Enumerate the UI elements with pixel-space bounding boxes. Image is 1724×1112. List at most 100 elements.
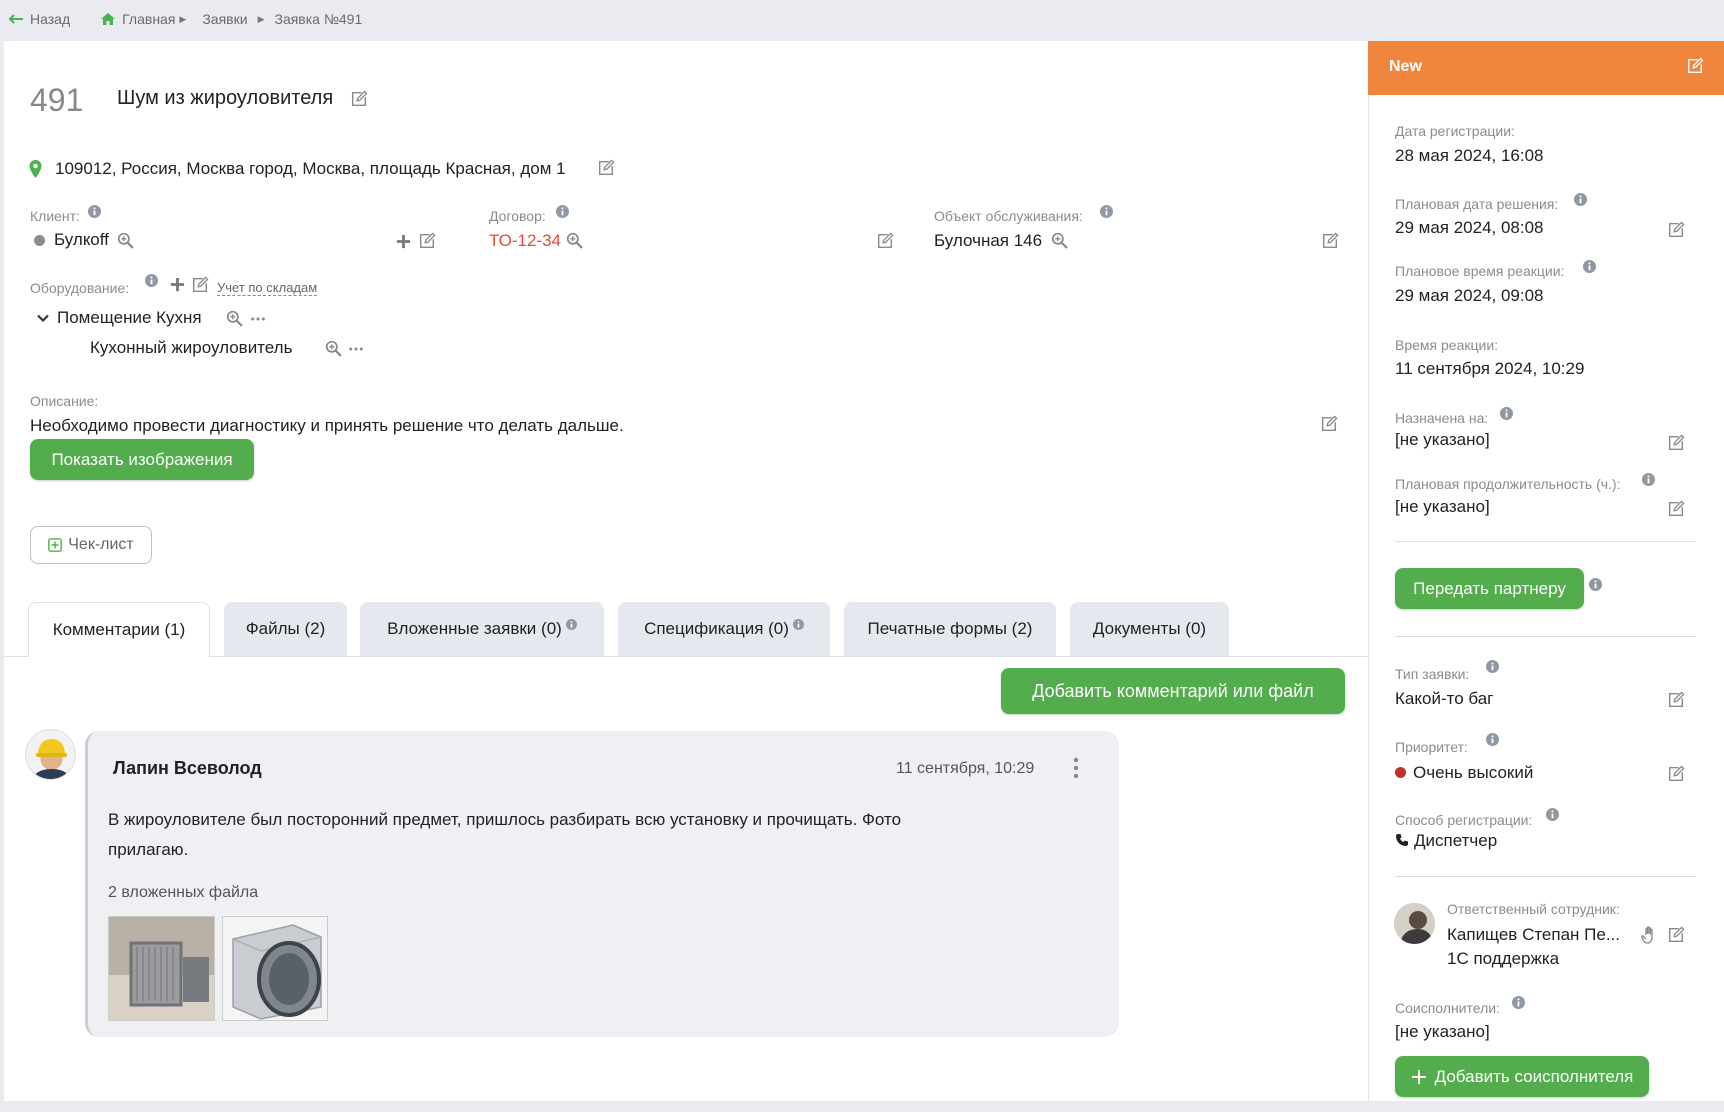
duration: [не указано] xyxy=(1395,497,1490,516)
attachment-thumbnail[interactable] xyxy=(222,916,328,1021)
title-edit-icon[interactable] xyxy=(350,90,368,108)
map-pin-icon xyxy=(29,160,42,178)
equipment-info-icon xyxy=(145,274,158,287)
object-edit-icon[interactable] xyxy=(1321,232,1339,250)
client-add-icon[interactable] xyxy=(396,234,411,249)
warehouse-link[interactable]: Учет по складам xyxy=(217,280,318,296)
tab-comments[interactable]: Комментарии (1) xyxy=(28,602,210,657)
plus-icon xyxy=(1411,1069,1427,1085)
equipment-group[interactable]: Помещение Кухня xyxy=(57,308,202,328)
coexecutors: [не указано] xyxy=(1395,1022,1490,1041)
client-info-icon xyxy=(88,205,101,218)
duration-info-icon xyxy=(1642,473,1655,486)
checklist-add-icon xyxy=(48,538,63,552)
reaction-label: Время реакции: xyxy=(1395,337,1499,353)
tab-documents[interactable]: Документы (0) xyxy=(1070,602,1229,656)
tab-nested-requests-label: Вложенные заявки (0) xyxy=(387,619,562,638)
breadcrumb-separator-icon: ▶ xyxy=(257,13,265,24)
client-zoom-icon[interactable] xyxy=(117,232,134,249)
assigned-label: Назначена на: xyxy=(1395,410,1489,426)
sidebar-divider xyxy=(1395,636,1696,637)
ticket-title: Шум из жироуловителя xyxy=(117,87,334,109)
object-zoom-icon[interactable] xyxy=(1051,232,1068,249)
transfer-partner-button[interactable]: Передать партнеру xyxy=(1395,568,1584,609)
hand-icon[interactable] xyxy=(1641,926,1658,944)
equipment-add-icon[interactable] xyxy=(170,277,185,292)
attachment-thumbnail[interactable] xyxy=(108,916,215,1021)
priority-edit-icon[interactable] xyxy=(1667,765,1685,783)
client-label: Клиент: xyxy=(30,208,80,224)
tab-nested-info-icon xyxy=(566,619,577,630)
priority: Очень высокий xyxy=(1413,763,1534,782)
reg-method: Диспетчер xyxy=(1414,831,1498,850)
checklist-label: Чек-лист xyxy=(68,536,134,553)
contract-zoom-icon[interactable] xyxy=(566,232,583,249)
responsible-name[interactable]: Капищев Степан Пе... xyxy=(1447,925,1620,945)
tab-files[interactable]: Файлы (2) xyxy=(224,602,347,656)
breadcrumb-separator-icon: ▶ xyxy=(179,13,187,24)
comment-menu-icon[interactable] xyxy=(1073,757,1079,779)
comment-text-line-2: прилагаю. xyxy=(108,840,189,859)
avatar xyxy=(25,729,76,780)
reg-method-info-icon xyxy=(1546,808,1559,821)
contract-label: Договор: xyxy=(489,208,546,224)
home-icon[interactable] xyxy=(100,12,116,26)
status-edit-icon[interactable] xyxy=(1686,57,1704,75)
reg-method-label: Способ регистрации: xyxy=(1395,812,1533,828)
responsible-dept: 1С поддержка xyxy=(1447,949,1560,968)
tab-nested-requests[interactable]: Вложенные заявки (0) xyxy=(360,602,604,656)
equipment-item-menu-icon[interactable] xyxy=(348,346,364,352)
assigned-edit-icon[interactable] xyxy=(1667,434,1685,452)
equipment-edit-icon[interactable] xyxy=(191,276,209,294)
add-comment-button[interactable]: Добавить комментарий или файл xyxy=(1001,668,1345,714)
duration-edit-icon[interactable] xyxy=(1667,500,1685,518)
checklist-button[interactable]: Чек-лист xyxy=(30,526,152,564)
contract-info-icon xyxy=(556,205,569,218)
client-status-dot xyxy=(34,235,45,246)
client-value[interactable]: Булкoff xyxy=(54,230,109,250)
back-link[interactable]: Назад xyxy=(30,11,70,27)
planned-reaction: 29 мая 2024, 09:08 xyxy=(1395,286,1544,305)
reaction: 11 сентября 2024, 10:29 xyxy=(1395,359,1585,378)
breadcrumb-requests[interactable]: Заявки xyxy=(202,11,247,27)
tab-specification[interactable]: Спецификация (0) xyxy=(618,602,830,656)
responsible-edit-icon[interactable] xyxy=(1667,926,1685,944)
equipment-group-menu-icon[interactable] xyxy=(250,316,266,322)
client-edit-icon[interactable] xyxy=(418,232,436,250)
planned-solution-info-icon xyxy=(1574,193,1587,206)
chevron-down-icon[interactable] xyxy=(37,314,49,323)
priority-label: Приоритет: xyxy=(1395,739,1468,755)
planned-solution-edit-icon[interactable] xyxy=(1667,221,1685,239)
equipment-item-zoom-icon[interactable] xyxy=(325,340,342,357)
contract-edit-icon[interactable] xyxy=(876,232,894,250)
object-value[interactable]: Булочная 146 xyxy=(934,231,1042,251)
breadcrumb: Назад Главная ▶ Заявки ▶ Заявка №491 xyxy=(8,9,362,29)
assigned-info-icon xyxy=(1500,407,1513,420)
object-label: Объект обслуживания: xyxy=(934,208,1083,224)
equipment-item[interactable]: Кухонный жироуловитель xyxy=(90,338,292,358)
tab-specification-label: Спецификация (0) xyxy=(644,619,789,638)
status-badge: New xyxy=(1389,58,1422,75)
planned-solution: 29 мая 2024, 08:08 xyxy=(1395,218,1544,237)
registration-date-label: Дата регистрации: xyxy=(1395,123,1515,139)
contract-value[interactable]: ТО-12-34 xyxy=(489,231,561,251)
add-coexecutor-button[interactable]: Добавить соисполнителя xyxy=(1395,1056,1649,1097)
status-bar: New xyxy=(1368,41,1724,95)
assigned: [не указано] xyxy=(1395,430,1490,449)
type-edit-icon[interactable] xyxy=(1667,691,1685,709)
show-images-button[interactable]: Показать изображения xyxy=(30,439,254,480)
breadcrumb-current: Заявка №491 xyxy=(274,11,363,27)
address-edit-icon[interactable] xyxy=(597,159,615,177)
equipment-group-zoom-icon[interactable] xyxy=(226,310,243,327)
sidebar-divider xyxy=(1395,876,1696,877)
description-text: Необходимо провести диагностику и принят… xyxy=(30,416,624,435)
description-label: Описание: xyxy=(30,393,99,409)
priority-dot xyxy=(1395,767,1406,778)
breadcrumb-home[interactable]: Главная xyxy=(122,11,175,27)
back-arrow-icon[interactable] xyxy=(8,14,24,24)
description-edit-icon[interactable] xyxy=(1320,415,1338,433)
comment-time: 11 сентября, 10:29 xyxy=(896,760,1035,777)
tab-print-forms[interactable]: Печатные формы (2) xyxy=(844,602,1056,656)
tab-spec-info-icon xyxy=(793,619,804,630)
add-coexecutor-label: Добавить соисполнителя xyxy=(1434,1066,1634,1086)
